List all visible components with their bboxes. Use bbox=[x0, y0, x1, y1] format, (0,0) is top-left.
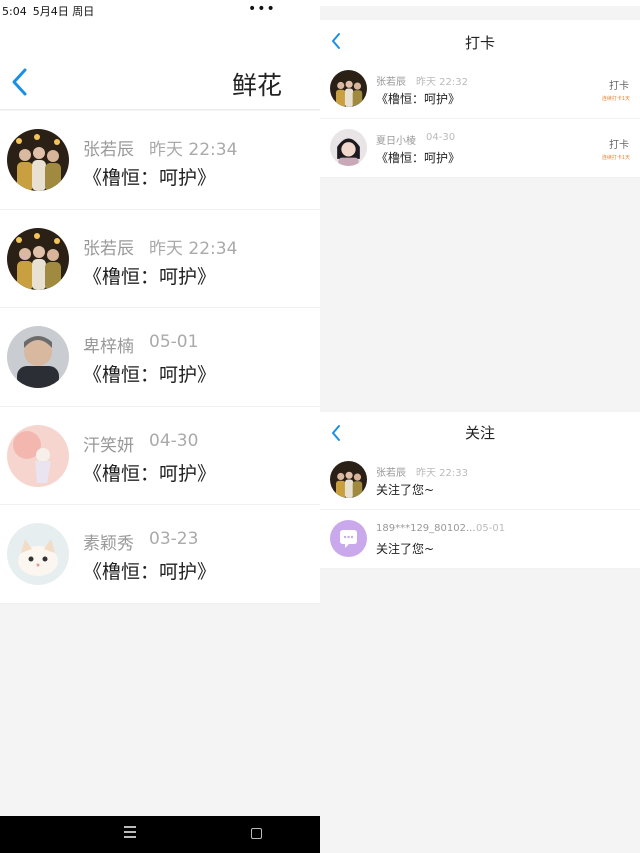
timestamp: 昨天 22:34 bbox=[149, 140, 238, 160]
avatar[interactable] bbox=[7, 523, 69, 586]
group-photo-icon bbox=[7, 129, 69, 191]
group-photo-icon bbox=[330, 70, 367, 107]
sender-name: 素颖秀 bbox=[83, 534, 134, 555]
list-item[interactable]: 张若辰 昨天 22:32 《橹恒：呵护》 打卡 连续打卡1天 bbox=[320, 60, 640, 119]
page-header: 鲜花 bbox=[0, 22, 320, 110]
timestamp: 05-01 bbox=[476, 523, 506, 534]
list-item[interactable]: 素颖秀 03-23 《橹恒：呵护》 bbox=[0, 505, 320, 604]
chat-bubble-icon bbox=[340, 530, 357, 548]
sender-name: 张若辰 bbox=[376, 468, 406, 479]
system-nav-bar bbox=[0, 816, 320, 853]
menu-icon[interactable] bbox=[124, 826, 136, 840]
page-title: 鲜花 bbox=[231, 71, 282, 100]
timestamp: 昨天 22:34 bbox=[149, 238, 238, 259]
sender-name: 张若辰 bbox=[83, 140, 134, 160]
message-text: 《橹恒：呵护》 bbox=[83, 561, 217, 584]
streak-text: 连续打卡1天 bbox=[601, 155, 630, 161]
kitten-photo-icon bbox=[7, 523, 69, 586]
avatar[interactable] bbox=[7, 129, 69, 191]
sender-name: 张若辰 bbox=[376, 77, 406, 88]
checkin-header: 打卡 bbox=[320, 20, 640, 62]
timestamp: 昨天 22:33 bbox=[416, 468, 468, 479]
message-text: 《橹恒：呵护》 bbox=[83, 265, 217, 288]
notifications-panel: 打卡 张若辰 昨天 22:32 《橹恒：呵护》 打卡 连续打卡1天 夏日小棱 0… bbox=[320, 0, 640, 853]
message-text: 《橹恒：呵护》 bbox=[376, 92, 461, 106]
timestamp: 04-30 bbox=[426, 132, 456, 143]
follow-header: 关注 bbox=[320, 412, 640, 454]
sender-name: 189***129_80102... bbox=[376, 523, 476, 534]
message-text: 《橹恒：呵护》 bbox=[83, 167, 217, 189]
message-text: 《橹恒：呵护》 bbox=[376, 151, 461, 165]
flowers-list: 张若辰 昨天 22:34 《橹恒：呵护》 张若辰 昨天 22:34 《橹恒：呵护… bbox=[0, 111, 320, 604]
avatar[interactable] bbox=[7, 227, 69, 290]
status-date: 5月4日 周日 bbox=[32, 5, 95, 18]
message-text: 《橹恒：呵护》 bbox=[83, 364, 217, 387]
status-time: 5:04 bbox=[2, 4, 27, 18]
timestamp: 昨天 22:32 bbox=[416, 77, 468, 88]
list-item[interactable]: 张若辰 昨天 22:34 《橹恒：呵护》 bbox=[0, 210, 320, 309]
man-photo-icon bbox=[7, 326, 69, 389]
avatar[interactable] bbox=[330, 461, 367, 498]
checkin-label: 打卡 bbox=[609, 140, 629, 151]
status-bar: 5:04 5月4日 周日 ••• bbox=[0, 0, 320, 22]
sender-name: 夏日小棱 bbox=[376, 136, 416, 147]
page-title: 关注 bbox=[464, 424, 495, 442]
avatar[interactable] bbox=[7, 326, 69, 389]
streak-text: 连续打卡1天 bbox=[601, 96, 630, 102]
list-item[interactable]: 汗笑妍 04-30 《橹恒：呵护》 bbox=[0, 407, 320, 506]
group-photo-icon bbox=[330, 461, 367, 498]
home-icon[interactable] bbox=[251, 828, 262, 839]
checkin-list: 张若辰 昨天 22:32 《橹恒：呵护》 打卡 连续打卡1天 夏日小棱 04-3… bbox=[320, 60, 640, 178]
sender-name: 卑梓楠 bbox=[83, 337, 134, 358]
message-text: 《橹恒：呵护》 bbox=[83, 462, 217, 485]
page-title: 打卡 bbox=[464, 34, 495, 52]
list-item[interactable]: 卑梓楠 05-01 《橹恒：呵护》 bbox=[0, 308, 320, 407]
girl-photo-icon bbox=[330, 129, 367, 166]
timestamp: 04-30 bbox=[149, 430, 199, 451]
timestamp: 03-23 bbox=[149, 529, 199, 550]
list-item[interactable]: 张若辰 昨天 22:34 《橹恒：呵护》 bbox=[0, 111, 320, 210]
status-bar-strip bbox=[320, 0, 640, 6]
timestamp: 05-01 bbox=[149, 332, 199, 353]
avatar[interactable] bbox=[7, 424, 69, 487]
avatar[interactable] bbox=[330, 70, 367, 107]
more-dots-icon[interactable]: ••• bbox=[248, 1, 276, 17]
flowers-panel: 5:04 5月4日 周日 ••• 鲜花 张若辰 昨天 22:34 《橹恒：呵护》… bbox=[0, 0, 320, 853]
list-item[interactable]: 张若辰 昨天 22:33 关注了您~ bbox=[320, 451, 640, 510]
list-item[interactable]: 189***129_80102... 05-01 关注了您~ bbox=[320, 510, 640, 569]
sender-name: 汗笑妍 bbox=[83, 435, 134, 456]
avatar[interactable] bbox=[330, 520, 367, 557]
avatar[interactable] bbox=[330, 129, 367, 166]
list-item[interactable]: 夏日小棱 04-30 《橹恒：呵护》 打卡 连续打卡1天 bbox=[320, 119, 640, 178]
message-text: 关注了您~ bbox=[376, 542, 435, 556]
group-photo-icon bbox=[7, 227, 69, 290]
message-text: 关注了您~ bbox=[376, 483, 435, 497]
checkin-label: 打卡 bbox=[609, 81, 629, 92]
pink-illustration-icon bbox=[7, 424, 69, 487]
back-arrow-icon[interactable] bbox=[10, 66, 30, 98]
follow-list: 张若辰 昨天 22:33 关注了您~ 189***129_80102... 05… bbox=[320, 451, 640, 569]
sender-name: 张若辰 bbox=[83, 238, 134, 259]
